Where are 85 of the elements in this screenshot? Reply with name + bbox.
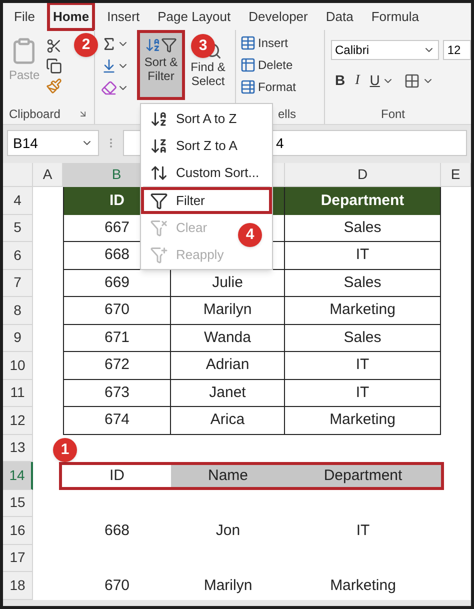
table-cell: Julie — [171, 270, 285, 297]
ribbon-tab[interactable]: Insert — [104, 4, 143, 28]
table-cell-text: Jon — [214, 520, 242, 540]
ribbon-tab[interactable]: Page Layout — [154, 4, 234, 28]
filter-icon — [150, 192, 168, 210]
table-icon — [240, 35, 256, 51]
table-cell: 671 — [63, 324, 171, 352]
table-cell: IT — [285, 352, 441, 380]
ribbon-tab[interactable]: Developer — [246, 4, 311, 28]
table-cell: Sales — [285, 270, 441, 297]
table-icon — [240, 79, 256, 95]
table-icon — [240, 57, 256, 73]
table-cell: Arica — [171, 407, 285, 434]
row-header[interactable]: 17 — [3, 544, 33, 572]
font-name-field[interactable]: Calibri — [331, 40, 440, 60]
table-cell: IT — [285, 380, 441, 407]
table-cell: IT — [285, 242, 441, 270]
insert-cells-button[interactable]: Insert — [240, 34, 324, 52]
table-cell: Sales — [285, 324, 441, 352]
row-header[interactable]: 16 — [3, 517, 33, 544]
table-cell: Wanda — [171, 324, 285, 352]
table-cell-text: 670 — [103, 576, 131, 596]
sort-filter-button[interactable]: Sort & Filter — [137, 30, 185, 100]
table-cell-text: Marketing — [329, 576, 397, 596]
column-header[interactable]: E — [441, 163, 471, 187]
group-label: Font — [381, 106, 406, 123]
italic-button[interactable]: I — [355, 70, 360, 91]
underline-button[interactable]: U — [370, 70, 380, 91]
copy-icon[interactable] — [46, 58, 62, 74]
table-cell: Sales — [285, 214, 441, 242]
group-label: Clipboard — [9, 106, 60, 123]
table-cell: 673 — [63, 380, 171, 407]
group-label: ells — [278, 106, 296, 123]
row-header[interactable]: 18 — [3, 572, 33, 600]
row-header[interactable]: 9 — [3, 324, 33, 352]
column-header[interactable]: A — [33, 163, 63, 187]
menu-item[interactable]: Sort A to Z — [141, 105, 272, 132]
table-cell: Janet — [171, 380, 285, 407]
row-header[interactable]: 15 — [3, 490, 33, 517]
table-cell: 670 — [63, 297, 171, 324]
row-header[interactable]: 13 — [3, 434, 33, 462]
menu-item[interactable]: Filter — [141, 187, 272, 214]
font-size-field[interactable]: 12 — [443, 40, 471, 60]
table-cell: 674 — [63, 407, 171, 434]
row-header[interactable]: 8 — [3, 297, 33, 324]
table-cell: Name — [171, 465, 285, 486]
table-cell-text: Marilyn — [202, 576, 254, 596]
table-cell: Department — [285, 465, 441, 486]
reapply-filter-icon — [150, 246, 168, 264]
row-header[interactable]: 12 — [3, 407, 33, 434]
table-cell-text: IT — [355, 520, 371, 540]
table-cell: Department — [285, 187, 441, 214]
table-cell: Marketing — [285, 407, 441, 434]
fill-down-icon[interactable] — [101, 58, 117, 74]
row-header[interactable]: 10 — [3, 352, 33, 380]
row-header[interactable]: 6 — [3, 242, 33, 270]
ribbon-tab[interactable]: Data — [322, 4, 356, 28]
eraser-icon[interactable] — [101, 80, 117, 96]
format-cells-button[interactable]: Format — [240, 78, 324, 96]
ribbon-tab[interactable]: File — [11, 4, 38, 28]
row-header[interactable]: 4 — [3, 187, 33, 214]
table-cell: Adrian — [171, 352, 285, 380]
sort-descending-icon — [150, 136, 168, 154]
table-cell: Marilyn — [171, 297, 285, 324]
column-header[interactable]: D — [285, 163, 441, 187]
bold-button[interactable]: B — [335, 70, 346, 91]
name-box[interactable]: B14 — [7, 130, 99, 156]
row-header[interactable]: 5 — [3, 214, 33, 242]
borders-icon[interactable] — [404, 72, 420, 88]
table-cell: 672 — [63, 352, 171, 380]
row-header[interactable]: 11 — [3, 380, 33, 407]
ribbon-tab[interactable]: Formula — [368, 4, 422, 28]
ribbon-tab[interactable]: Home — [50, 4, 92, 28]
sort-ascending-icon — [150, 110, 168, 128]
row-header[interactable]: 14 — [3, 462, 33, 490]
menu-item[interactable]: Sort Z to A — [141, 132, 272, 159]
delete-cells-button[interactable]: Delete — [240, 56, 324, 74]
dialog-launcher-icon[interactable] — [78, 109, 88, 119]
table-cell: 669 — [63, 270, 171, 297]
table-cell-text: 668 — [103, 520, 131, 540]
scissors-icon[interactable] — [46, 38, 62, 54]
clear-filter-icon — [150, 218, 168, 236]
custom-sort-icon — [150, 164, 168, 182]
table-cell: Marketing — [285, 297, 441, 324]
row-header[interactable]: 7 — [3, 270, 33, 297]
